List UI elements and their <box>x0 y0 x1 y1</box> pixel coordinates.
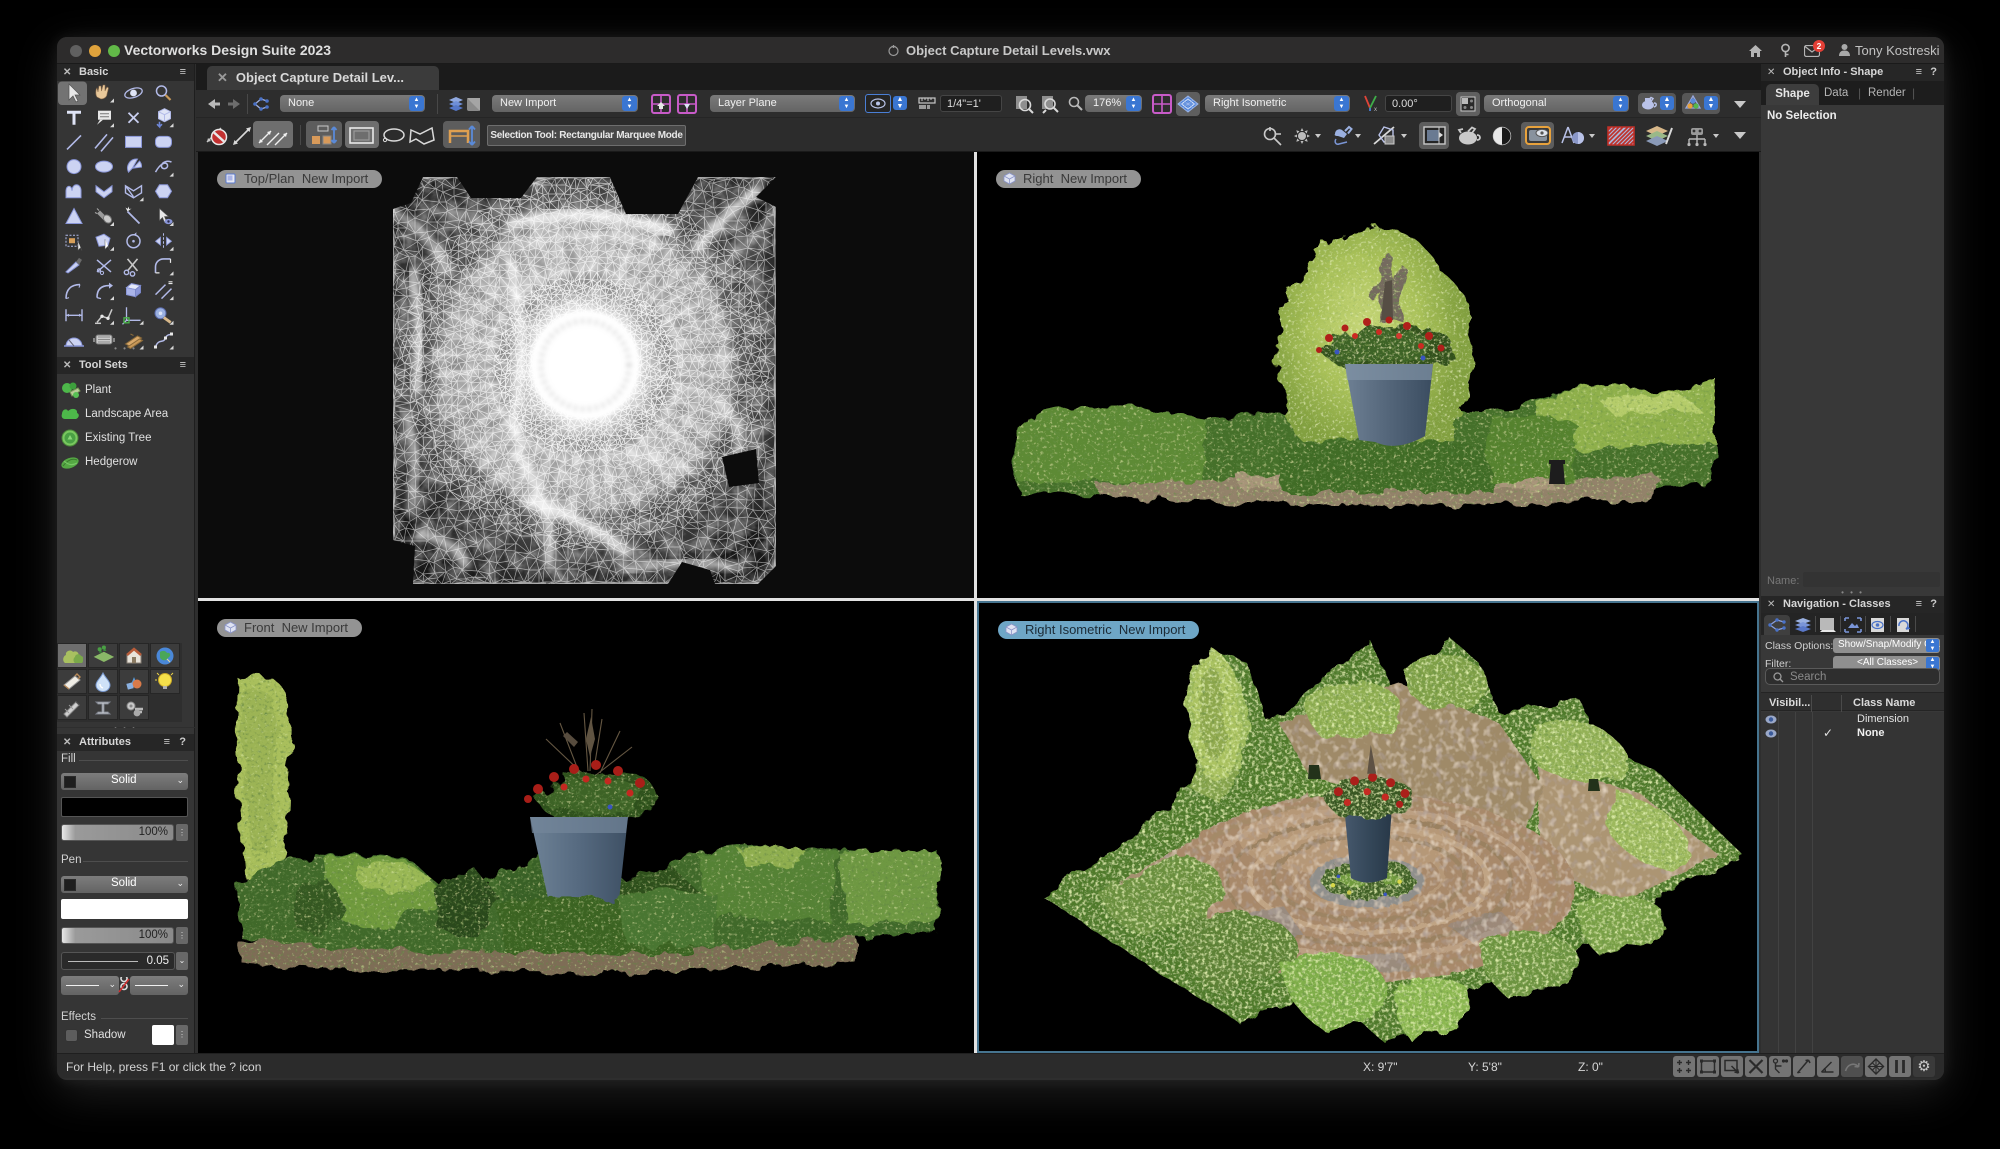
svg-text:x: x <box>1374 107 1377 112</box>
